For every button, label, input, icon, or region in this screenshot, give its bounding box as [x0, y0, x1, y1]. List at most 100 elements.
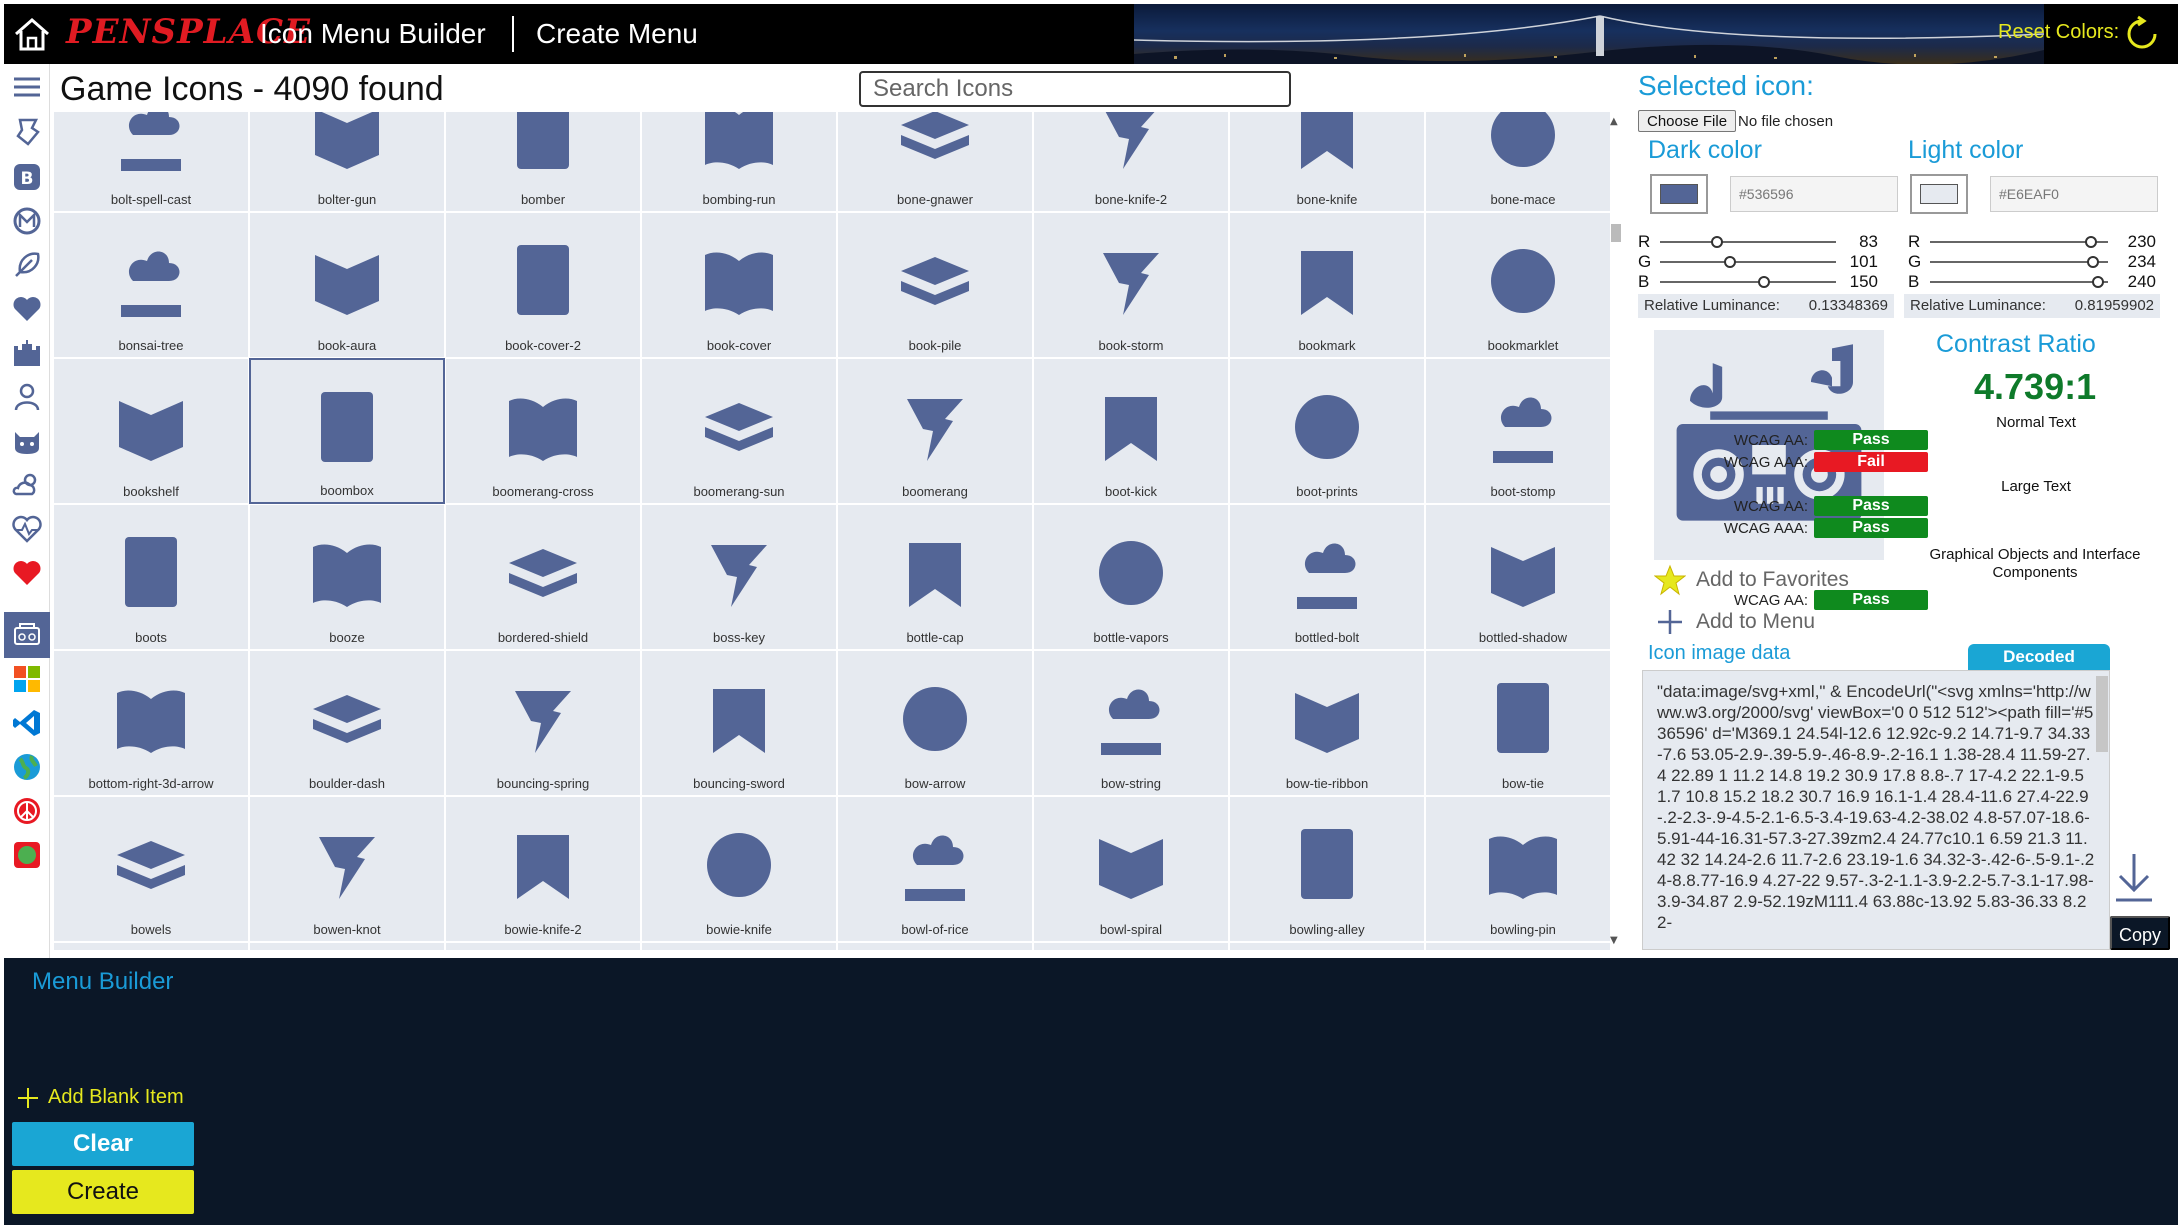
icon-tile-bomber[interactable]: bomber: [445, 112, 641, 212]
icon-tile-bowen-knot[interactable]: bowen-knot: [249, 796, 445, 942]
icon-tile-boots[interactable]: boots: [53, 504, 249, 650]
scroll-down-icon[interactable]: ▼: [1610, 935, 1618, 946]
search-input[interactable]: [859, 71, 1291, 107]
icon-tile-bone-knife[interactable]: bone-knife: [1229, 112, 1425, 212]
icon-tile-bombing-run[interactable]: bombing-run: [641, 112, 837, 212]
icon-tile-boomerang[interactable]: boomerang: [837, 358, 1033, 504]
choose-file-button[interactable]: Choose File: [1638, 110, 1737, 132]
icon-tile-partial[interactable]: [641, 942, 837, 950]
brain-icon[interactable]: [10, 114, 44, 148]
icon-tile-bow-string[interactable]: bow-string: [1033, 650, 1229, 796]
icon-tile-bowling-alley[interactable]: bowling-alley: [1229, 796, 1425, 942]
windows-icon[interactable]: [10, 662, 44, 696]
dark-b-track[interactable]: [1660, 281, 1836, 283]
icon-tile-bookmarklet[interactable]: bookmarklet: [1425, 212, 1621, 358]
icon-tile-bookshelf[interactable]: bookshelf: [53, 358, 249, 504]
light-b-slider[interactable]: B 240: [1908, 272, 2156, 292]
icon-tile-bolter-gun[interactable]: bolter-gun: [249, 112, 445, 212]
icon-tile-partial[interactable]: [249, 942, 445, 950]
icon-tile-bow-arrow[interactable]: bow-arrow: [837, 650, 1033, 796]
fluent-color-icon[interactable]: [10, 838, 44, 872]
dark-g-knob[interactable]: [1723, 256, 1736, 268]
light-r-knob[interactable]: [2084, 236, 2097, 248]
icon-tile-bottled-shadow[interactable]: bottled-shadow: [1425, 504, 1621, 650]
icon-tile-boot-stomp[interactable]: boot-stomp: [1425, 358, 1621, 504]
icon-image-data-textarea[interactable]: "data:image/svg+xml," & EncodeUrl("<svg …: [1642, 670, 2110, 950]
globe-icon[interactable]: [10, 750, 44, 784]
image-data-scrollbar-thumb[interactable]: [2096, 676, 2108, 752]
icon-tile-bowie-knife[interactable]: bowie-knife: [641, 796, 837, 942]
dark-b-slider[interactable]: B 150: [1638, 272, 1878, 292]
icon-tile-partial[interactable]: [1033, 942, 1229, 950]
dark-g-track[interactable]: [1660, 261, 1836, 263]
icon-tile-book-pile[interactable]: book-pile: [837, 212, 1033, 358]
icon-tile-bottle-cap[interactable]: bottle-cap: [837, 504, 1033, 650]
icon-tile-bowie-knife-2[interactable]: bowie-knife-2: [445, 796, 641, 942]
decoded-tab[interactable]: Decoded: [1968, 644, 2110, 670]
material-icon[interactable]: [10, 204, 44, 238]
icon-tile-partial[interactable]: [445, 942, 641, 950]
icon-tile-boomerang-sun[interactable]: boomerang-sun: [641, 358, 837, 504]
light-g-knob[interactable]: [2087, 256, 2100, 268]
peace-icon[interactable]: [10, 794, 44, 828]
light-r-slider[interactable]: R 230: [1908, 232, 2156, 252]
icon-tile-bordered-shield[interactable]: bordered-shield: [445, 504, 641, 650]
cat-face-icon[interactable]: [10, 424, 44, 458]
hamburger-menu-icon[interactable]: [10, 70, 44, 104]
icon-tile-boot-prints[interactable]: boot-prints: [1229, 358, 1425, 504]
dark-r-knob[interactable]: [1711, 236, 1724, 248]
icon-tile-partial[interactable]: [837, 942, 1033, 950]
icon-tile-bolt-spell-cast[interactable]: bolt-spell-cast: [53, 112, 249, 212]
icon-tile-boombox[interactable]: boombox: [249, 358, 445, 504]
light-b-track[interactable]: [1930, 281, 2108, 283]
game-icons-icon[interactable]: [10, 618, 44, 652]
icon-tile-bottle-vapors[interactable]: bottle-vapors: [1033, 504, 1229, 650]
scrollbar-thumb[interactable]: [1611, 224, 1621, 242]
icon-tile-book-aura[interactable]: book-aura: [249, 212, 445, 358]
icon-tile-bouncing-sword[interactable]: bouncing-sword: [641, 650, 837, 796]
icon-tile-bowl-of-rice[interactable]: bowl-of-rice: [837, 796, 1033, 942]
dark-color-swatch[interactable]: [1650, 174, 1708, 214]
red-heart-icon[interactable]: [10, 556, 44, 590]
icon-tile-boulder-dash[interactable]: boulder-dash: [249, 650, 445, 796]
clear-button[interactable]: Clear: [12, 1122, 194, 1166]
icon-tile-boomerang-cross[interactable]: boomerang-cross: [445, 358, 641, 504]
light-r-track[interactable]: [1930, 241, 2108, 243]
dark-hex-input[interactable]: #536596: [1730, 176, 1898, 212]
icon-tile-bottom-right-3d-arrow[interactable]: bottom-right-3d-arrow: [53, 650, 249, 796]
bootstrap-icon[interactable]: B: [10, 160, 44, 194]
icon-tile-booze[interactable]: booze: [249, 504, 445, 650]
icon-tile-bone-gnawer[interactable]: bone-gnawer: [837, 112, 1033, 212]
create-button[interactable]: Create: [12, 1170, 194, 1214]
icon-tile-bowl-spiral[interactable]: bowl-spiral: [1033, 796, 1229, 942]
light-hex-input[interactable]: #E6EAF0: [1990, 176, 2158, 212]
copy-button[interactable]: Copy: [2110, 916, 2170, 950]
feather-icon[interactable]: [10, 248, 44, 282]
icon-tile-bone-knife-2[interactable]: bone-knife-2: [1033, 112, 1229, 212]
scroll-up-icon[interactable]: ▲: [1610, 116, 1618, 127]
icon-tile-bottled-bolt[interactable]: bottled-bolt: [1229, 504, 1425, 650]
icon-tile-bow-tie-ribbon[interactable]: bow-tie-ribbon: [1229, 650, 1425, 796]
icon-tile-book-cover[interactable]: book-cover: [641, 212, 837, 358]
icon-tile-bouncing-spring[interactable]: bouncing-spring: [445, 650, 641, 796]
home-icon[interactable]: [12, 16, 52, 52]
dark-b-knob[interactable]: [1757, 276, 1770, 288]
vscode-icon[interactable]: [10, 706, 44, 740]
dark-g-slider[interactable]: G 101: [1638, 252, 1878, 272]
icon-tile-partial[interactable]: [53, 942, 249, 950]
heart-icon[interactable]: [10, 292, 44, 326]
icon-tile-partial[interactable]: [1425, 942, 1621, 950]
castle-icon[interactable]: [10, 336, 44, 370]
weather-icon[interactable]: [10, 468, 44, 502]
icon-tile-boss-key[interactable]: boss-key: [641, 504, 837, 650]
grid-scrollbar[interactable]: ▲ ▼: [1610, 112, 1622, 950]
icon-tile-bookmark[interactable]: bookmark: [1229, 212, 1425, 358]
light-g-slider[interactable]: G 234: [1908, 252, 2156, 272]
icon-tile-bow-tie[interactable]: bow-tie: [1425, 650, 1621, 796]
icon-tile-bonsai-tree[interactable]: bonsai-tree: [53, 212, 249, 358]
icon-tile-boot-kick[interactable]: boot-kick: [1033, 358, 1229, 504]
person-info-icon[interactable]: [10, 380, 44, 414]
dark-r-slider[interactable]: R 83: [1638, 232, 1878, 252]
icon-tile-bowels[interactable]: bowels: [53, 796, 249, 942]
icon-tile-bowling-pin[interactable]: bowling-pin: [1425, 796, 1621, 942]
